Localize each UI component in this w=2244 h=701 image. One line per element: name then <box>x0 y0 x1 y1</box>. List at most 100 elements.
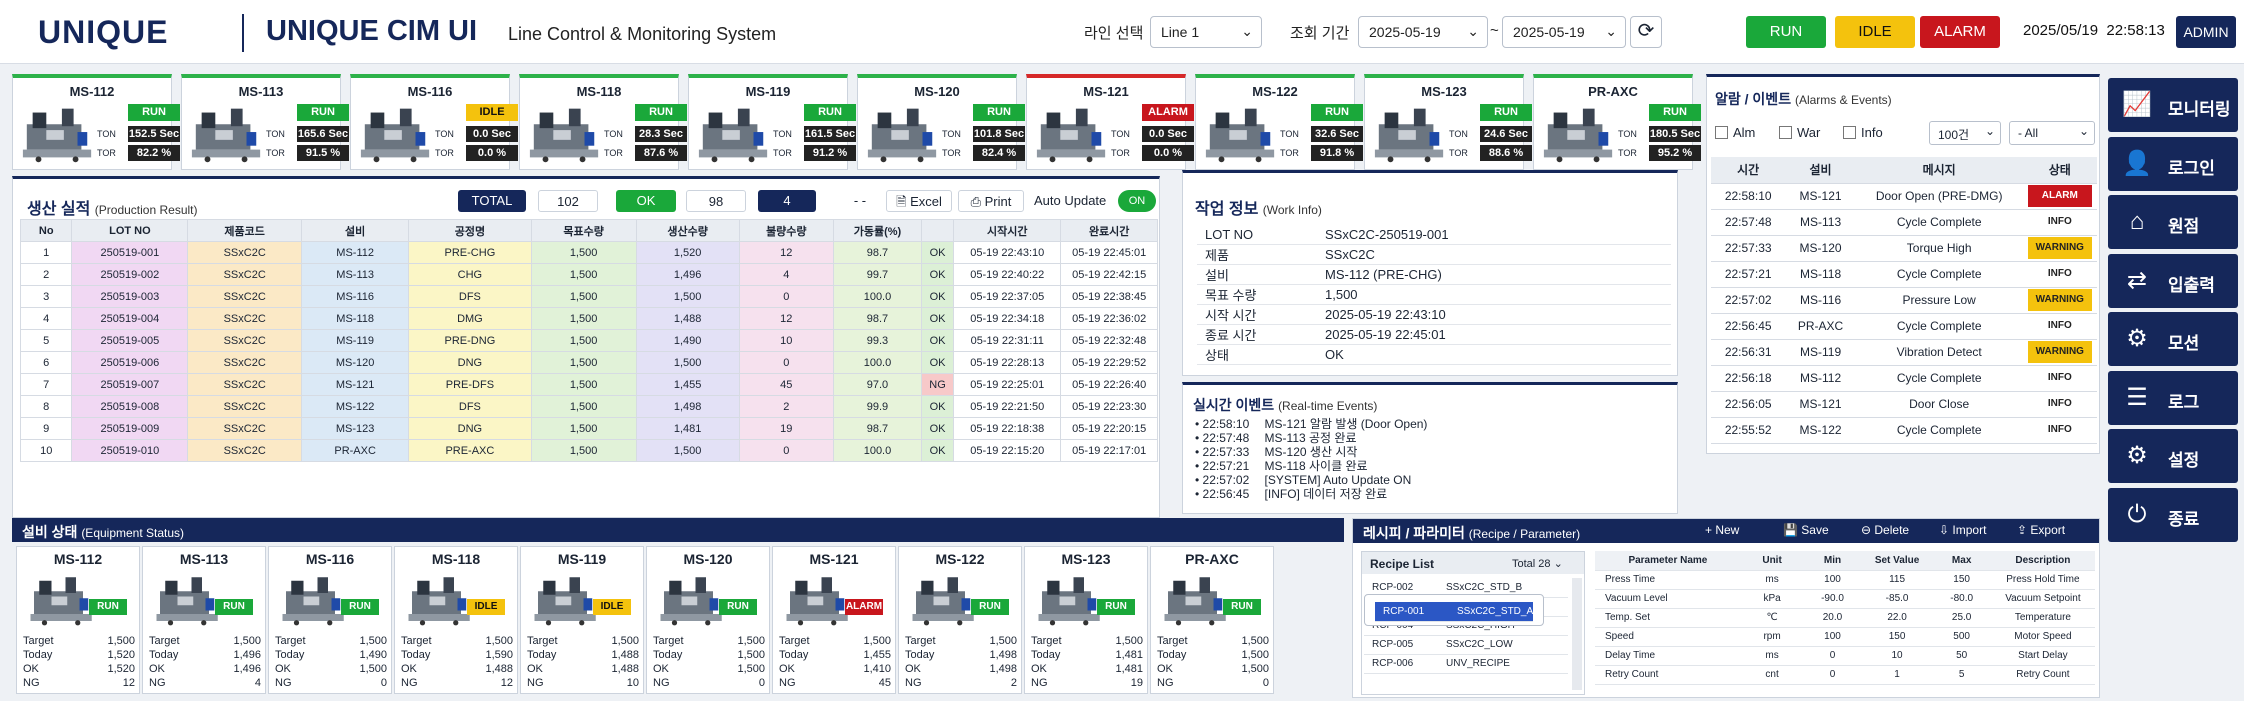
alarm-button[interactable]: ALARM <box>1920 16 2000 48</box>
table-row[interactable]: 3 250519-003 SSxC2C MS-116 DFS 1,500 1,500 0 100… <box>19 285 1158 308</box>
table-row[interactable]: 22:56:31 MS-119 Vibration Detect WARNING <box>1711 339 2097 366</box>
equipment-card[interactable]: MS-123 RUN Target 1,500 Today 1,481 OK 1,481 NG 1… <box>1024 546 1148 694</box>
table-row[interactable]: 22:56:05 MS-121 Door Close INFO <box>1711 391 2097 418</box>
column-header[interactable]: 완료시간 <box>1060 219 1158 242</box>
equipment-summary-card[interactable]: MS-122 RUN TON 32.6 Sec TOR 91.8 % <box>1195 74 1363 170</box>
idle-button[interactable]: IDLE <box>1835 16 1915 48</box>
equipment-card[interactable]: PR-AXC RUN Target 1,500 Today 1,500 OK 1,500 NG 0 <box>1150 546 1274 694</box>
column-header[interactable]: 시작시간 <box>953 219 1062 242</box>
table-row[interactable]: Delay Time ms 0 10 50 Start Delay <box>1595 646 2095 666</box>
equipment-summary-card[interactable]: MS-118 RUN TON 28.3 Sec TOR 87.6 % <box>519 74 687 170</box>
filter-checkbox-war[interactable]: War <box>1779 125 1820 140</box>
count-select[interactable]: 100건 ⌄ <box>1929 121 2001 145</box>
equipment-card[interactable]: MS-116 RUN Target 1,500 Today 1,490 OK 1,500 NG 0 <box>268 546 392 694</box>
list-item[interactable]: RCP-006 UNV_RECIPE <box>1364 654 1568 674</box>
column-header[interactable]: 설비 <box>301 219 410 242</box>
column-header[interactable]: Max <box>1932 551 1991 571</box>
recipe-list-scrollbar[interactable] <box>1572 578 1582 690</box>
side-menu-item[interactable]: ⌂ 원점 <box>2108 195 2238 249</box>
equipment-card[interactable]: MS-122 RUN Target 1,500 Today 1,498 OK 1,498 NG 2 <box>898 546 1022 694</box>
table-row[interactable]: 7 250519-007 SSxC2C MS-121 PRE-DFS 1,500 1,455… <box>19 373 1158 396</box>
table-row[interactable]: 22:57:48 MS-113 Cycle Complete INFO <box>1711 209 2097 236</box>
column-header[interactable]: LOT NO <box>71 219 189 242</box>
set-value-cell[interactable]: 10 <box>1861 646 1933 666</box>
table-row[interactable]: 9 250519-009 SSxC2C MS-123 DNG 1,500 1,481 19 98… <box>19 417 1158 440</box>
equipment-card[interactable]: MS-121 ALARM Target 1,500 Today 1,455 OK 1,410 N… <box>772 546 896 694</box>
table-row[interactable]: 6 250519-006 SSxC2C MS-120 DNG 1,500 1,500 0 100… <box>19 351 1158 374</box>
table-row[interactable]: 22:56:45 PR-AXC Cycle Complete INFO <box>1711 313 2097 340</box>
column-header[interactable]: Parameter Name <box>1595 551 1741 571</box>
import-button[interactable]: ⇩ Import <box>1939 523 1986 537</box>
column-header[interactable]: 불량수량 <box>738 219 835 242</box>
date-to-picker[interactable]: 2025-05-19 ⌄ <box>1502 16 1626 48</box>
filter-checkbox-info[interactable]: Info <box>1843 125 1883 140</box>
set-value-cell[interactable]: 150 <box>1861 627 1933 647</box>
column-header[interactable]: Set Value <box>1861 551 1933 571</box>
side-menu-item[interactable]: ⚙ 설정 <box>2108 429 2238 483</box>
column-header[interactable]: 목표수량 <box>530 219 637 242</box>
recipe-total[interactable]: Total 28 ⌄ <box>1512 557 1563 570</box>
column-header[interactable]: 설비 <box>1785 157 1856 184</box>
table-row[interactable]: 5 250519-005 SSxC2C MS-119 PRE-DNG 1,500 1,490… <box>19 329 1158 352</box>
side-menu-item[interactable]: ⚙ 모션 <box>2108 312 2238 366</box>
column-header[interactable]: No <box>19 219 73 242</box>
equipment-card[interactable]: MS-119 IDLE Target 1,500 Today 1,488 OK 1,488 NG… <box>520 546 644 694</box>
table-row[interactable]: Temp. Set ℃ 20.0 22.0 25.0 Temperature <box>1595 608 2095 628</box>
list-item[interactable]: RCP-005 SSxC2C_LOW <box>1364 635 1568 655</box>
side-menu-item[interactable]: ⏻ 종료 <box>2108 487 2238 542</box>
equipment-summary-card[interactable]: MS-113 RUN TON 165.6 Sec TOR 91.5 % <box>181 74 349 170</box>
side-menu-item[interactable]: 👤 로그인 <box>2108 136 2238 191</box>
column-header[interactable]: Unit <box>1740 551 1804 571</box>
run-button[interactable]: RUN <box>1746 16 1826 48</box>
column-header[interactable] <box>920 219 955 242</box>
equipment-summary-card[interactable]: MS-121 ALARM TON 0.0 Sec TOR 0.0 % <box>1026 74 1194 170</box>
table-row[interactable]: 22:56:18 MS-112 Cycle Complete INFO <box>1711 365 2097 392</box>
column-header[interactable]: 가동률(%) <box>833 219 922 242</box>
column-header[interactable]: 생산수량 <box>635 219 740 242</box>
side-menu-item[interactable]: 📈 모니터링 <box>2108 78 2238 132</box>
export-button[interactable]: ⇪ Export <box>2017 523 2065 537</box>
print-button[interactable]: ⎙ Print <box>958 190 1024 212</box>
equipment-summary-card[interactable]: MS-112 RUN TON 152.5 Sec TOR 82.2 % <box>12 74 180 170</box>
column-header[interactable]: 공정명 <box>408 219 532 242</box>
equipment-summary-card[interactable]: MS-120 RUN TON 101.8 Sec TOR 82.4 % <box>857 74 1025 170</box>
column-header[interactable]: 상태 <box>2022 157 2097 184</box>
table-row[interactable]: 22:55:52 MS-122 Cycle Complete INFO <box>1711 417 2097 444</box>
table-row[interactable]: Speed rpm 100 150 500 Motor Speed <box>1595 627 2095 647</box>
save-button[interactable]: 💾 Save <box>1783 523 1829 537</box>
equipment-summary-card[interactable]: PR-AXC RUN TON 180.5 Sec TOR 95.2 % <box>1533 74 1701 170</box>
delete-button[interactable]: ⊖ Delete <box>1861 523 1909 537</box>
set-value-cell[interactable]: 1 <box>1861 665 1933 685</box>
filter-checkbox-alm[interactable]: Alm <box>1715 125 1755 140</box>
table-row[interactable]: 22:57:21 MS-118 Cycle Complete INFO <box>1711 261 2097 288</box>
table-row[interactable]: 4 250519-004 SSxC2C MS-118 DMG 1,500 1,488 12 98… <box>19 307 1158 330</box>
equipment-summary-card[interactable]: MS-123 RUN TON 24.6 Sec TOR 88.6 % <box>1364 74 1532 170</box>
table-row[interactable]: 2 250519-002 SSxC2C MS-113 CHG 1,500 1,496 4 99.… <box>19 263 1158 286</box>
side-menu-item[interactable]: ☰ 로그 <box>2108 370 2238 425</box>
equipment-card[interactable]: MS-112 RUN Target 1,500 Today 1,520 OK 1,520 NG 1… <box>16 546 140 694</box>
set-value-cell[interactable]: 22.0 <box>1861 608 1933 628</box>
equipment-card[interactable]: MS-118 IDLE Target 1,500 Today 1,590 OK 1,488 NG… <box>394 546 518 694</box>
date-from-picker[interactable]: 2025-05-19 ⌄ <box>1358 16 1488 48</box>
level-select[interactable]: - All ⌄ <box>2009 121 2095 145</box>
table-row[interactable]: Vacuum Level kPa -90.0 -85.0 -80.0 Vacuum Set… <box>1595 589 2095 609</box>
column-header[interactable]: 시간 <box>1711 157 1786 184</box>
refresh-button[interactable]: ⟳ <box>1630 16 1662 48</box>
side-menu-item[interactable]: ⇄ 입출력 <box>2108 253 2238 308</box>
equipment-card[interactable]: MS-120 RUN Target 1,500 Today 1,500 OK 1,500 NG 0 <box>646 546 770 694</box>
column-header[interactable]: Description <box>1990 551 2095 571</box>
table-row[interactable]: 22:57:33 MS-120 Torque High WARNING <box>1711 235 2097 262</box>
table-row[interactable]: 22:57:02 MS-116 Pressure Low WARNING <box>1711 287 2097 314</box>
list-item[interactable]: RCP-001 SSxC2C_STD_A <box>1364 594 1545 626</box>
table-row[interactable]: 22:58:10 MS-121 Door Open (PRE-DMG) ALARM <box>1711 183 2097 210</box>
table-row[interactable]: 1 250519-001 SSxC2C MS-112 PRE-CHG 1,500 1,520… <box>19 241 1158 264</box>
table-row[interactable]: Press Time ms 100 115 150 Press Hold Time <box>1595 570 2095 590</box>
column-header[interactable]: 메시지 <box>1855 157 2023 184</box>
excel-button[interactable]: 🗎 Excel <box>886 190 952 212</box>
set-value-cell[interactable]: -85.0 <box>1861 589 1933 609</box>
column-header[interactable]: 제품코드 <box>187 219 303 242</box>
table-row[interactable]: 10 250519-010 SSxC2C PR-AXC PRE-AXC 1,500 1,50… <box>19 439 1158 462</box>
table-row[interactable]: Retry Count cnt 0 1 5 Retry Count <box>1595 665 2095 685</box>
equipment-card[interactable]: MS-113 RUN Target 1,500 Today 1,496 OK 1,496 NG 4 <box>142 546 266 694</box>
line-select[interactable]: Line 1 ⌄ <box>1150 16 1262 48</box>
